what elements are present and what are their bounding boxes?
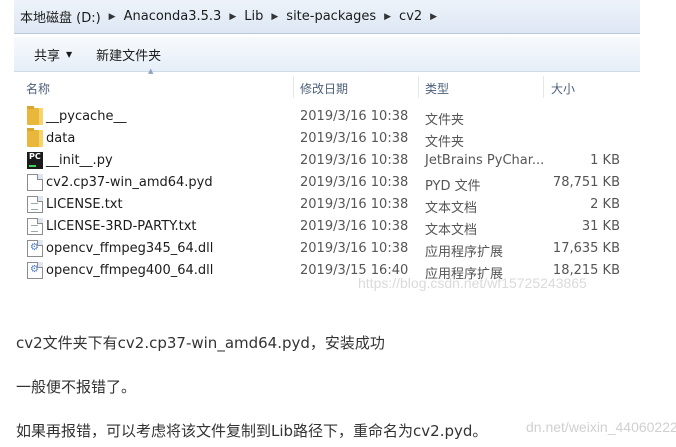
breadcrumb-label: Anaconda3.5.3 [123,9,222,24]
new-folder-button[interactable]: 新建文件夹 [84,41,173,67]
file-row[interactable]: PC __init__.py 2019/3/16 10:38 JetBrains… [14,150,640,172]
chevron-right-icon: ▶ [271,11,279,22]
column-header-type[interactable]: 类型 [425,80,449,97]
breadcrumb-site-packages[interactable]: site-packages ▶ [286,9,399,24]
file-name: LICENSE.txt [46,197,123,212]
file-list: __pycache__ 2019/3/16 10:38 文件夹 data 201… [14,106,640,282]
share-button[interactable]: 共享 ▼ [22,41,84,67]
file-size: 17,635 KB [552,241,620,256]
chevron-right-icon: ▶ [430,11,438,22]
chevron-right-icon: ▶ [384,11,392,22]
file-row[interactable]: LICENSE-3RD-PARTY.txt 2019/3/16 10:38 文本… [14,216,640,238]
file-type: PYD 文件 [425,179,481,194]
file-date: 2019/3/16 10:38 [300,109,409,124]
watermark-text: https://blog.csdn.net/wf15725243865 [358,275,587,291]
file-type: 文件夹 [425,113,465,128]
file-row[interactable]: LICENSE.txt 2019/3/16 10:38 文本文档 2 KB [14,194,640,216]
file-date: 2019/3/16 10:38 [300,197,409,212]
breadcrumb-drive[interactable]: 本地磁盘 (D:) ▶ [20,7,124,26]
column-divider[interactable] [293,76,294,98]
file-type: 文件夹 [425,135,465,150]
column-header-name[interactable]: 名称 [26,80,50,97]
file-name: opencv_ffmpeg400_64.dll [46,263,214,278]
breadcrumb-anaconda[interactable]: Anaconda3.5.3 ▶ [124,9,245,24]
file-date: 2019/3/16 10:38 [300,131,409,146]
breadcrumb-cv2[interactable]: cv2 ▶ [399,9,445,24]
file-row[interactable]: data 2019/3/16 10:38 文件夹 [14,128,640,150]
column-divider[interactable] [543,76,544,98]
dll-icon [27,262,43,279]
folder-icon [27,106,43,125]
file-name: data [46,131,76,146]
file-size: 78,751 KB [552,175,620,190]
file-date: 2019/3/16 10:38 [300,219,409,234]
article-paragraph: 一般便不报错了。 [16,378,137,396]
file-name: __init__.py [46,153,113,168]
new-folder-label: 新建文件夹 [96,48,162,64]
file-row[interactable]: cv2.cp37-win_amd64.pyd 2019/3/16 10:38 P… [14,172,640,194]
article-paragraph: cv2文件夹下有cv2.cp37-win_amd64.pyd，安装成功 [16,334,385,352]
pycharm-icon: PC [27,152,43,169]
file-explorer-window: 本地磁盘 (D:) ▶ Anaconda3.5.3 ▶ Lib ▶ site-pack… [14,0,640,302]
share-label: 共享 [34,48,61,64]
file-size: 1 KB [590,153,620,168]
text-file-icon [27,196,43,213]
file-date: 2019/3/16 10:38 [300,241,409,256]
text-file-icon [27,218,43,235]
column-header-size[interactable]: 大小 [551,80,575,97]
breadcrumb-label: cv2 [399,9,423,24]
file-row[interactable]: opencv_ffmpeg345_64.dll 2019/3/16 10:38 … [14,238,640,260]
watermark-text: dn.net/weixin_44060222 [526,419,676,435]
column-header-date[interactable]: 修改日期 [300,80,348,97]
file-date: 2019/3/16 10:38 [300,175,409,190]
file-icon [27,174,43,191]
file-size: 2 KB [590,197,620,212]
article-paragraph: 如果再报错，可以考虑将该文件复制到Lib路径下，重命名为cv2.pyd。 [16,422,488,440]
breadcrumb-lib[interactable]: Lib ▶ [244,9,286,24]
chevron-right-icon: ▶ [229,11,237,22]
address-bar[interactable]: 本地磁盘 (D:) ▶ Anaconda3.5.3 ▶ Lib ▶ site-pack… [14,0,640,34]
dll-icon [27,240,43,257]
breadcrumb-label: site-packages [286,9,377,24]
folder-icon [27,128,43,147]
file-name: __pycache__ [46,109,127,124]
file-type: 应用程序扩展 [425,245,504,260]
chevron-right-icon: ▶ [108,11,116,22]
file-type: 文本文档 [425,201,478,216]
file-size: 31 KB [581,219,620,234]
caret-down-icon: ▼ [66,49,73,59]
file-date: 2019/3/16 10:38 [300,153,409,168]
file-type: 文本文档 [425,223,478,238]
breadcrumb-label: Lib [244,9,264,24]
command-toolbar: 共享 ▼ 新建文件夹 [14,37,640,72]
column-header-row: ▲ 名称 修改日期 类型 大小 [14,67,640,102]
file-row[interactable]: __pycache__ 2019/3/16 10:38 文件夹 [14,106,640,128]
breadcrumb-label: 本地磁盘 (D:) [20,11,101,26]
file-name: opencv_ffmpeg345_64.dll [46,241,214,256]
file-name: LICENSE-3RD-PARTY.txt [46,219,197,234]
sort-ascending-icon: ▲ [148,67,154,75]
column-divider[interactable] [418,76,419,98]
file-type: JetBrains PyChar... [425,153,545,168]
file-name: cv2.cp37-win_amd64.pyd [46,175,213,190]
